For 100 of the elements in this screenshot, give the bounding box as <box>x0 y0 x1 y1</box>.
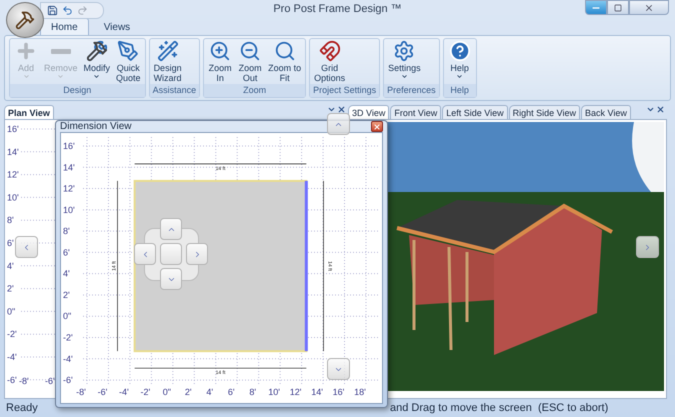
undo-icon[interactable] <box>62 5 73 16</box>
axis-label: 2' <box>184 387 192 397</box>
axis-label: 12' <box>7 170 19 180</box>
help-icon <box>448 40 471 62</box>
ribbon-button[interactable]: Settings <box>386 40 423 84</box>
wand-icon <box>156 40 179 62</box>
close-icon <box>373 122 381 130</box>
view-tab[interactable]: Left Side View <box>442 105 508 120</box>
plan-view-tab[interactable]: Plan View <box>4 105 54 120</box>
axis-label: 18' <box>354 387 366 397</box>
axis-label: -8' <box>19 376 29 386</box>
axis-label: 16' <box>7 124 19 134</box>
zoom-out-icon <box>239 40 262 62</box>
save-icon[interactable] <box>47 5 58 16</box>
view-tab[interactable]: Front View <box>390 105 442 120</box>
nav-right-button[interactable] <box>186 243 208 265</box>
axis-label: 4' <box>63 268 70 279</box>
ribbon-button[interactable]: Zoom Out <box>236 40 264 84</box>
maximize-button[interactable] <box>607 0 629 15</box>
ribbon-button[interactable]: Grid Options <box>312 40 348 84</box>
window-title: Dimension View <box>60 121 132 132</box>
axis-label: -2' <box>7 330 17 340</box>
axis-label: 8' <box>7 216 14 226</box>
ribbon-button[interactable]: Zoom In <box>206 40 234 84</box>
group-label: Preferences <box>384 84 439 98</box>
axis-label: 8' <box>249 387 256 397</box>
axis-label: 12' <box>290 387 302 397</box>
ribbon-button[interactable]: Design Wizard <box>152 40 184 84</box>
nav-up-button[interactable] <box>160 218 182 240</box>
status-hint: and Drag to move the screen (ESC to abort) <box>389 402 608 414</box>
ribbon-tab[interactable]: Home <box>40 18 89 36</box>
tools-icon <box>86 40 108 62</box>
window-title: Pro Post Frame Design ™ <box>273 3 402 16</box>
axis-label: -2' <box>63 332 73 343</box>
axis-label: 0" <box>63 311 72 322</box>
view-tab[interactable]: Right Side View <box>508 105 580 120</box>
axis-label: 14' <box>311 387 323 397</box>
redo-icon[interactable] <box>77 5 88 16</box>
hammer-icon <box>15 10 35 30</box>
ribbon-button[interactable]: Quick Quote <box>114 40 143 84</box>
minus-icon <box>50 49 71 54</box>
axis-label: -8' <box>76 387 86 397</box>
axis-label: 14' <box>7 147 19 158</box>
axis-label: 16' <box>63 141 75 151</box>
axis-label: -4' <box>63 354 73 364</box>
close-icon <box>644 2 654 12</box>
axis-label: 6' <box>228 387 235 397</box>
magnifier-icon <box>274 40 296 62</box>
axis-label: -6' <box>98 387 108 397</box>
zoom-in-icon <box>209 40 232 62</box>
axis-label: -6' <box>63 375 73 386</box>
group-label: Zoom <box>204 84 306 98</box>
maximize-icon <box>614 4 622 12</box>
axis-label: 10' <box>7 192 19 203</box>
nav-down-button[interactable] <box>160 268 182 290</box>
group-label: Design <box>10 84 145 98</box>
group-label: Assistance <box>150 84 200 98</box>
axis-label: 0" <box>7 306 16 317</box>
arrow-right-icon <box>643 242 652 252</box>
ribbon-button[interactable]: Zoom to Fit <box>266 40 304 84</box>
pan-down-button[interactable] <box>327 358 350 380</box>
axis-label: -4' <box>119 387 129 397</box>
axis-label: 8' <box>63 226 70 236</box>
axis-label: 4' <box>7 261 14 272</box>
axis-label: -6' <box>45 376 55 386</box>
pan-left-button[interactable] <box>15 236 38 258</box>
view-tab[interactable]: Back View <box>580 105 631 120</box>
axis-label: 6' <box>7 238 14 248</box>
pen-icon <box>117 40 140 62</box>
axis-label: 14' <box>63 162 75 172</box>
axis-label: 2' <box>63 290 70 300</box>
axis-label: 10' <box>268 387 280 397</box>
ribbon-button[interactable]: Help <box>446 40 474 84</box>
close-icon[interactable] <box>656 105 665 114</box>
axis-label: 12' <box>63 184 75 194</box>
nav-left-button[interactable] <box>134 243 156 265</box>
minimize-button[interactable] <box>585 0 607 15</box>
group-label: Project Settings <box>310 84 380 98</box>
app-menu-button[interactable] <box>6 2 44 38</box>
magnet-icon <box>318 40 341 62</box>
axis-label: 4' <box>206 387 214 397</box>
group-label: Help <box>444 84 476 98</box>
settings-icon <box>393 40 416 62</box>
nav-center-button[interactable] <box>160 243 182 265</box>
pan-right-button[interactable] <box>636 236 659 258</box>
axis-label: -6' <box>7 375 17 386</box>
view-tab[interactable]: 3D View <box>348 105 390 120</box>
axis-label: 2' <box>7 284 14 294</box>
close-button[interactable] <box>371 121 383 132</box>
close-icon[interactable] <box>337 105 346 114</box>
ribbon-tab[interactable]: Views <box>92 18 142 36</box>
ribbon-button[interactable]: Modify <box>82 40 112 84</box>
axis-label: 0" <box>162 387 171 397</box>
arrow-left-icon <box>22 242 31 252</box>
axis-label: 6' <box>63 247 70 258</box>
status-text: Ready <box>5 402 38 414</box>
axis-label: 16' <box>332 387 344 397</box>
axis-label: 10' <box>63 204 75 215</box>
axis-label: -4' <box>7 352 17 362</box>
axis-label: -2' <box>140 387 150 397</box>
